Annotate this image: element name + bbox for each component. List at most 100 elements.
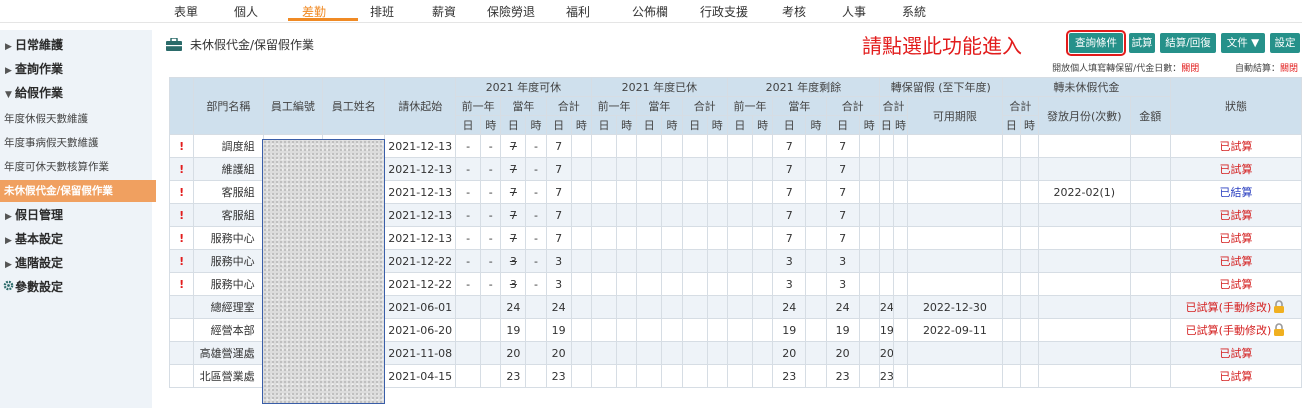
cell-empty	[706, 249, 728, 273]
column-header: 前一年	[454, 96, 502, 116]
status-badge[interactable]: 已試算	[1219, 255, 1252, 268]
cell-dept: 服務中心	[193, 272, 264, 296]
cell-empty	[590, 272, 618, 296]
cell-empty	[616, 364, 638, 388]
cell-rc-d: 7	[772, 157, 807, 181]
settle-restore-button[interactable]: 結算/回復	[1160, 33, 1216, 53]
cell-start: 2021-12-13	[384, 226, 456, 250]
cell-dept: 高雄營運處	[193, 341, 264, 365]
cell-ac-d: 3	[500, 249, 527, 273]
status-badge[interactable]: 已試算	[1219, 347, 1252, 360]
cell-empty	[661, 180, 683, 204]
cell-empty	[616, 226, 638, 250]
cell-dept: 經營本部	[193, 318, 264, 342]
nav-item[interactable]: 表單	[174, 3, 198, 20]
cell-empty	[681, 134, 708, 158]
nav-item[interactable]: 人事	[842, 3, 866, 20]
cell-empty	[892, 157, 909, 181]
cell-rc-d: 19	[772, 318, 807, 342]
sidebar-item[interactable]: ▶ 假日管理	[0, 204, 152, 226]
cell-empty	[616, 180, 638, 204]
cell-empty	[858, 318, 880, 342]
cell-empty	[1129, 341, 1171, 365]
cell-empty	[661, 295, 683, 319]
cell-ap-h: -	[480, 249, 502, 273]
nav-item[interactable]: 行政支援	[700, 3, 748, 20]
status-badge[interactable]: 已試算	[1219, 140, 1252, 153]
nav-item[interactable]: 考核	[782, 3, 806, 20]
cell-ap-d: -	[454, 203, 482, 227]
nav-item[interactable]: 薪資	[432, 3, 456, 20]
column-header: 時	[616, 115, 638, 135]
cell-carry	[878, 157, 894, 181]
cell-empty	[636, 134, 663, 158]
status-badge[interactable]: 已試算(手動修改)	[1186, 301, 1272, 314]
sidebar-item[interactable]: ▶ 查詢作業	[0, 58, 152, 80]
status-badge[interactable]: 已試算	[1219, 278, 1252, 291]
trial-calc-button[interactable]: 試算	[1129, 33, 1155, 53]
sidebar-item[interactable]: 參數設定	[0, 276, 152, 298]
query-conditions-button[interactable]: 查詢條件	[1066, 30, 1126, 56]
struck-value: 7	[509, 162, 517, 176]
nav-item[interactable]: 排班	[370, 3, 394, 20]
cell-dept: 服務中心	[193, 226, 264, 250]
cell-empty	[1019, 180, 1040, 204]
cell-ac-d: 3	[500, 272, 527, 296]
cell-empty	[752, 157, 774, 181]
status-badge[interactable]: 已結算	[1219, 186, 1252, 199]
cell-empty	[1001, 341, 1021, 365]
column-header: 發放月份(次數)	[1038, 96, 1131, 135]
cell-empty	[681, 180, 708, 204]
sidebar-item[interactable]: ▶ 日常維護	[0, 34, 152, 56]
sidebar-item[interactable]: 未休假代金/保留假作業	[0, 180, 156, 202]
cell-empty	[636, 203, 663, 227]
settings-button[interactable]: 設定	[1270, 33, 1300, 53]
cell-ap-h	[480, 295, 502, 319]
column-header: 當年	[500, 96, 547, 116]
cell-ap-h: -	[480, 226, 502, 250]
column-header: 日	[772, 115, 807, 135]
struck-value: 3	[509, 277, 517, 291]
cell-empty	[570, 364, 592, 388]
cell-mark	[168, 364, 195, 388]
status-badge[interactable]: 已試算(手動修改)	[1186, 324, 1272, 337]
cell-empty	[616, 203, 638, 227]
cell-empty	[805, 295, 827, 319]
document-menu-button[interactable]: 文件 ▼	[1221, 33, 1265, 53]
cell-empty	[1129, 226, 1171, 250]
cell-empty	[805, 318, 827, 342]
sidebar-item[interactable]: 年度休假天數維護	[0, 108, 156, 130]
cell-ac-h	[525, 295, 547, 319]
gear-icon	[2, 278, 15, 300]
cell-empty	[805, 157, 827, 181]
sidebar-item[interactable]: ▼ 給假作業	[0, 82, 152, 104]
cell-empty	[892, 341, 909, 365]
cell-valid	[907, 203, 1003, 227]
sidebar-item[interactable]: ▶ 基本設定	[0, 228, 152, 250]
status-badge[interactable]: 已試算	[1219, 209, 1252, 222]
cell-mark: !	[168, 203, 195, 227]
cell-start: 2021-12-13	[384, 180, 456, 204]
nav-item[interactable]: 個人	[234, 3, 258, 20]
cell-empty	[726, 364, 754, 388]
nav-item[interactable]: 公佈欄	[632, 3, 668, 20]
cell-empty	[1019, 295, 1040, 319]
status-badge[interactable]: 已試算	[1219, 163, 1252, 176]
cell-empty	[636, 341, 663, 365]
cell-ap-d	[454, 318, 482, 342]
cell-rt-d: 23	[825, 364, 860, 388]
cell-empty	[706, 295, 728, 319]
cell-ap-d: -	[454, 134, 482, 158]
sidebar-item[interactable]: 年度事病假天數維護	[0, 132, 156, 154]
cell-empty	[752, 180, 774, 204]
nav-item[interactable]: 保險勞退	[487, 3, 535, 20]
nav-item[interactable]: 福利	[566, 3, 590, 20]
nav-item[interactable]: 系統	[902, 3, 926, 20]
cell-empty	[636, 249, 663, 273]
sidebar: ▶ 日常維護 ▶ 查詢作業 ▼ 給假作業年度休假天數維護 年度事病假天數維護 年度可休天數核算…	[0, 30, 156, 408]
sidebar-item[interactable]: ▶ 進階設定	[0, 252, 152, 274]
status-badge[interactable]: 已試算	[1219, 370, 1252, 383]
status-badge[interactable]: 已試算	[1219, 232, 1252, 245]
cell-empty	[616, 318, 638, 342]
sidebar-item[interactable]: 年度可休天數核算作業	[0, 156, 156, 178]
